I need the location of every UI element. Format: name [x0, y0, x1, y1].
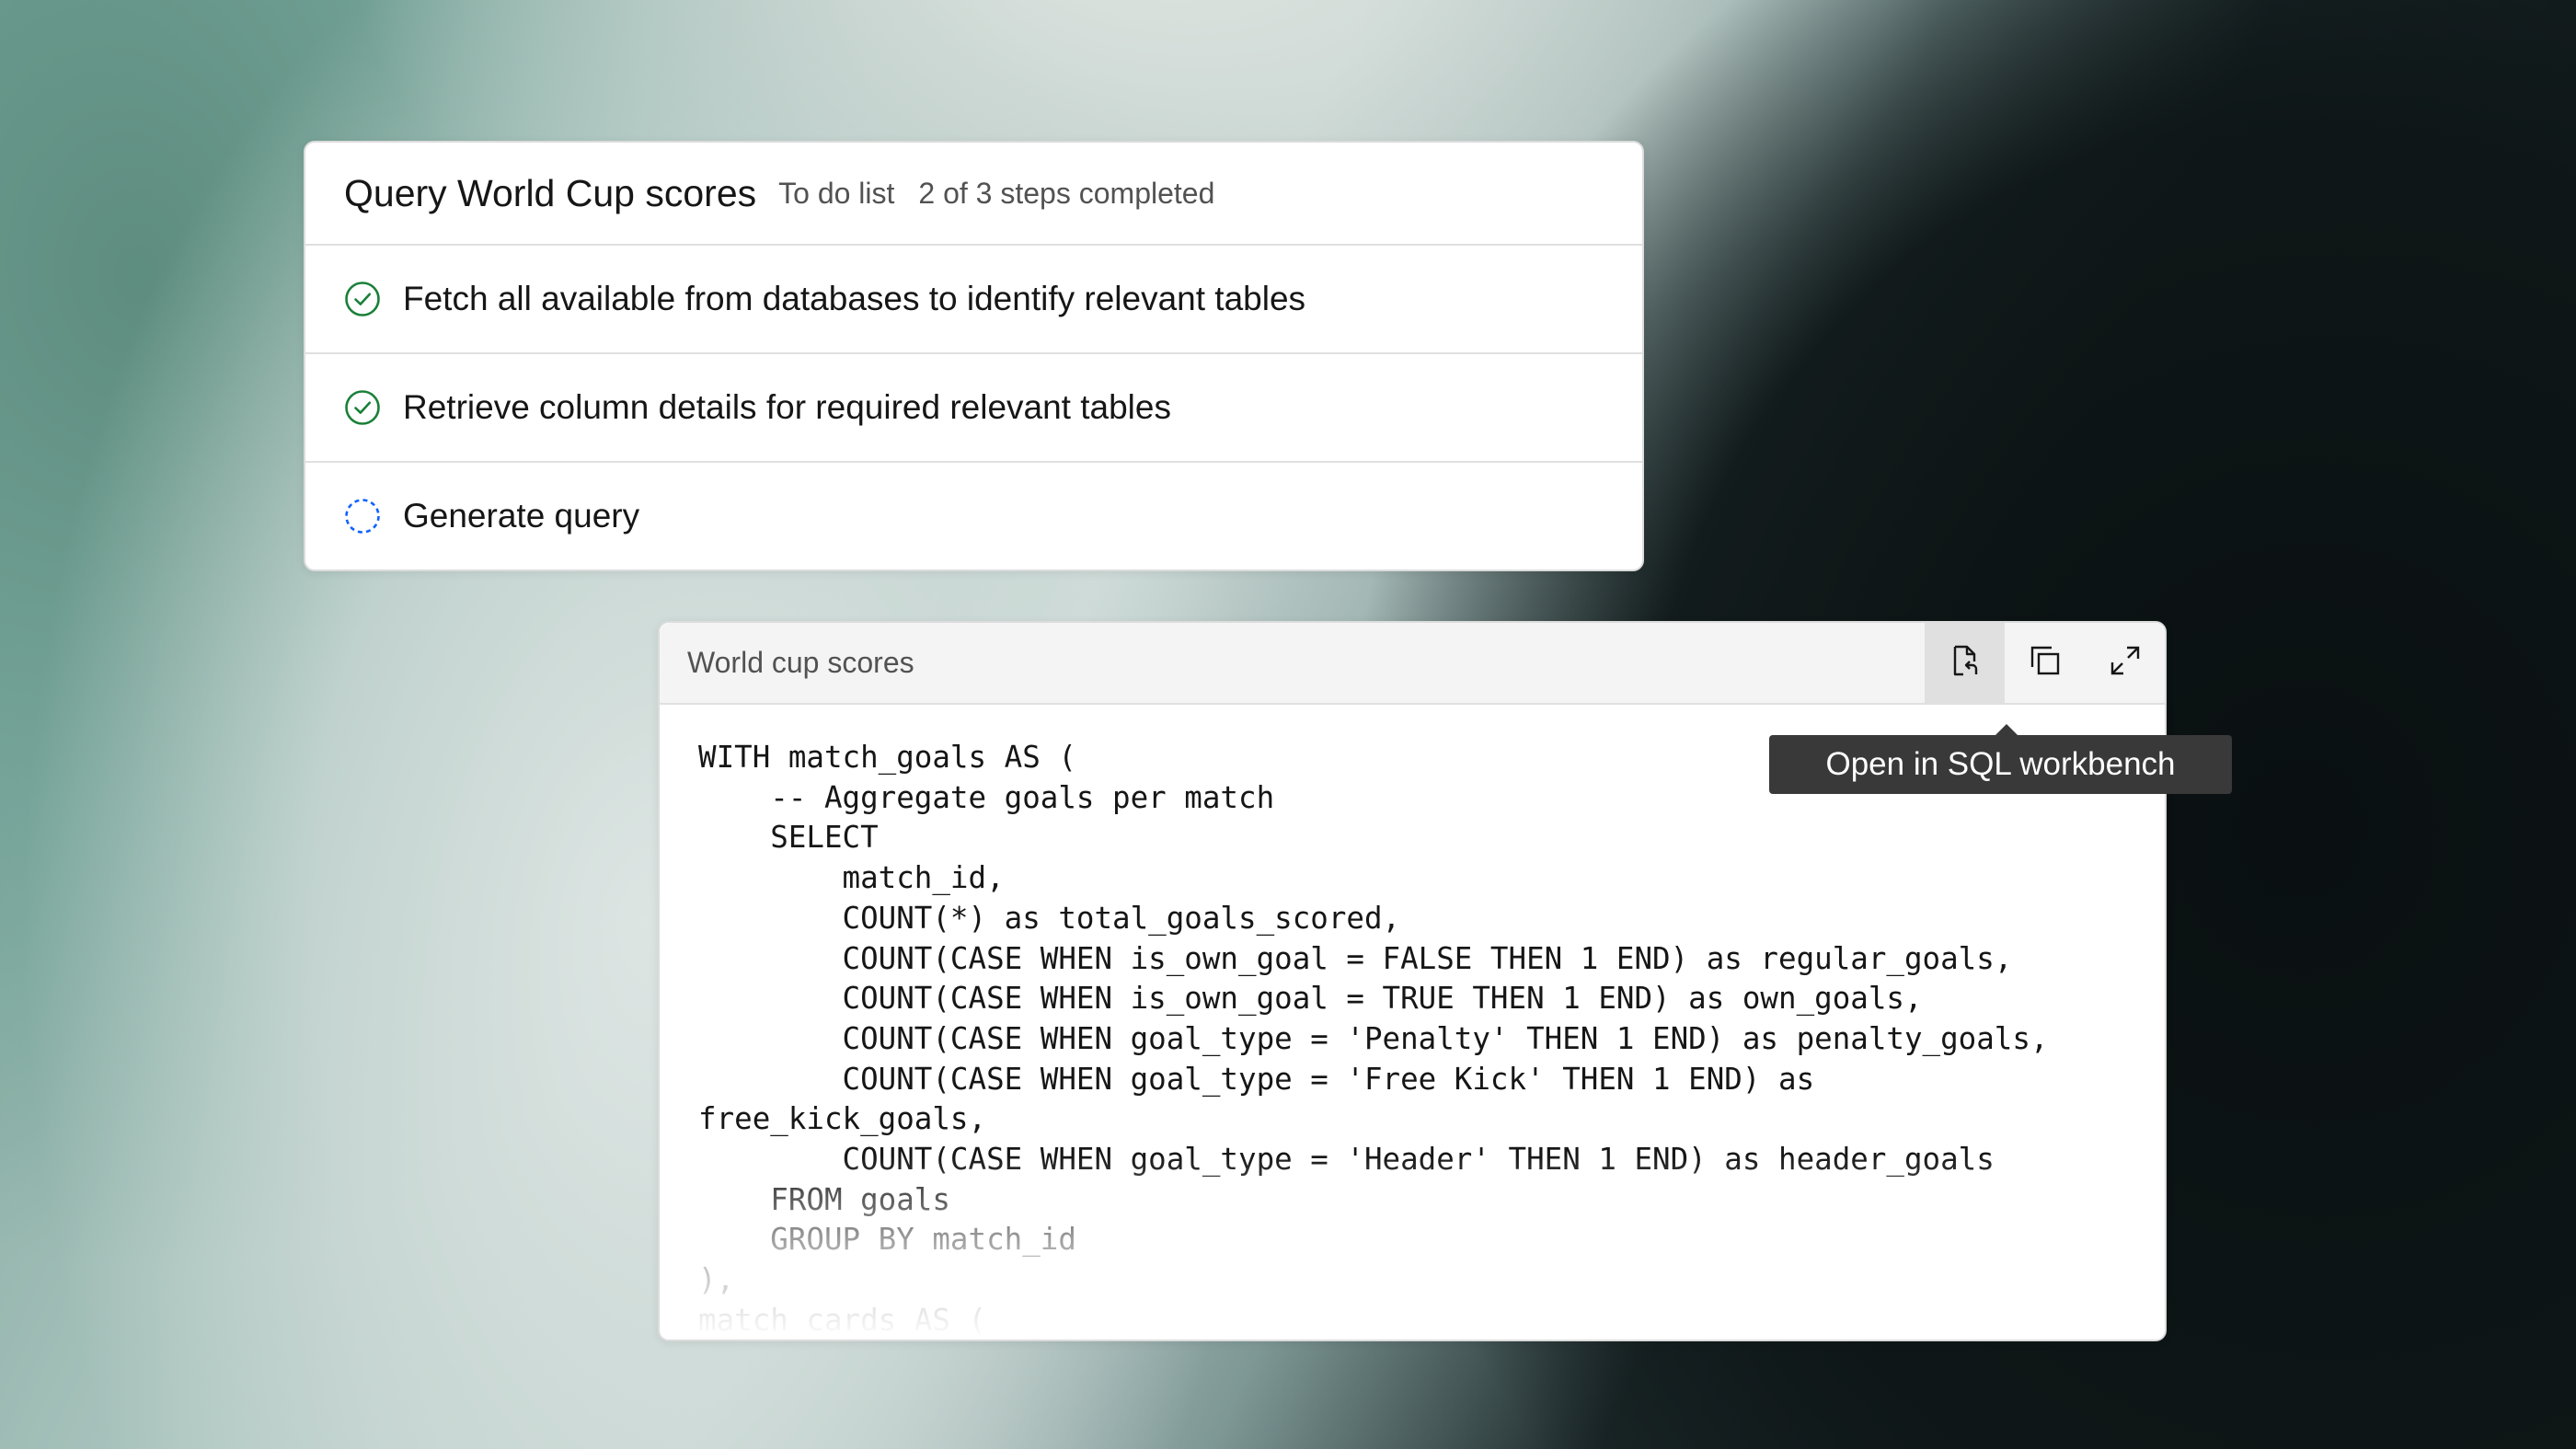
checkmark-outline-icon: [344, 389, 381, 426]
todo-step: Retrieve column details for required rel…: [305, 354, 1642, 463]
in-progress-icon: [344, 498, 381, 535]
todo-step-label: Fetch all available from databases to id…: [403, 280, 1306, 317]
open-in-workbench-icon: [1947, 642, 1984, 684]
open-in-workbench-button[interactable]: [1925, 623, 2005, 703]
todo-header: Query World Cup scores To do list 2 of 3…: [305, 143, 1642, 246]
copy-icon: [2027, 642, 2064, 684]
code-snippet-toolbar: [1925, 623, 2165, 703]
copy-button[interactable]: [2005, 623, 2085, 703]
maximize-button[interactable]: [2085, 623, 2165, 703]
code-snippet-body[interactable]: WITH match_goals AS ( -- Aggregate goals…: [660, 705, 2165, 1340]
code-text: WITH match_goals AS ( -- Aggregate goals…: [698, 740, 2049, 1338]
todo-list-card: Query World Cup scores To do list 2 of 3…: [304, 141, 1644, 571]
todo-step: Generate query: [305, 463, 1642, 569]
maximize-icon: [2107, 642, 2144, 684]
code-snippet-header: World cup scores: [660, 623, 2165, 705]
todo-title: Query World Cup scores: [344, 171, 757, 214]
code-snippet-title: World cup scores: [687, 646, 914, 679]
checkmark-outline-icon: [344, 281, 381, 317]
todo-subtitle: To do list: [778, 176, 895, 210]
code-snippet-card: World cup scores Open in SQL workbench W…: [658, 621, 2232, 1341]
todo-step-label: Retrieve column details for required rel…: [403, 388, 1171, 426]
todo-step-label: Generate query: [403, 497, 640, 535]
todo-step: Fetch all available from databases to id…: [305, 246, 1642, 354]
todo-progress: 2 of 3 steps completed: [918, 176, 1215, 210]
tooltip: Open in SQL workbench: [1769, 735, 2232, 794]
